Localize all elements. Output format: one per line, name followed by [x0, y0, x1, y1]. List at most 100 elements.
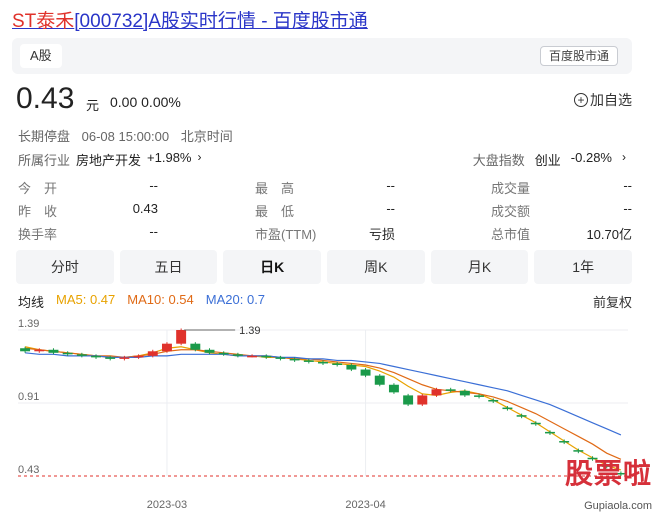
y-tick-label: 1.39 [18, 318, 39, 330]
index-name: 创业 [534, 153, 561, 168]
candle-body [62, 352, 73, 355]
stat-value: 亏损 [368, 227, 395, 242]
candle-body [48, 349, 59, 353]
candle-body [502, 407, 513, 410]
y-tick-label: 0.91 [18, 391, 39, 403]
add-watchlist-button[interactable]: + 加自选 [574, 90, 632, 110]
ma-legend: 均线 MA5: 0.47 MA10: 0.54 MA20: 0.7 [18, 292, 265, 311]
industry-name: 房地产开发 [76, 153, 142, 168]
candle-body [289, 358, 300, 361]
index-label: 大盘指数 [472, 153, 525, 168]
chevron-right-icon: › [197, 150, 202, 164]
stock-name: ST泰禾 [12, 11, 75, 32]
candle-body [20, 348, 31, 352]
candle-body [34, 349, 45, 352]
candle-body [388, 384, 399, 393]
stat-label: 总市值 [491, 227, 531, 242]
candle-body [119, 357, 130, 359]
candle-body [346, 364, 357, 370]
stat-value: -- [149, 224, 158, 239]
max-marker-label: 1.39 [239, 325, 260, 337]
candle-body [275, 357, 286, 359]
candle-body [218, 352, 229, 355]
tab-one-year[interactable]: 1年 [534, 250, 633, 284]
candle-body [445, 389, 456, 391]
stat-row: 昨 收 0.43 最 低 -- 成交额 -- [18, 201, 632, 221]
market-index-link[interactable]: 大盘指数 创业 -0.28% › [473, 150, 626, 169]
ma5-value: MA5: 0.47 [56, 292, 116, 307]
watermark-site: Gupiaola.com [584, 500, 652, 512]
ma10-value: MA10: 0.54 [127, 292, 194, 307]
y-tick-label: 0.43 [18, 464, 39, 476]
candle-body [247, 355, 258, 358]
candle-body [204, 349, 215, 353]
timezone: 北京时间 [180, 129, 233, 144]
market-tab-a-share[interactable]: A股 [20, 44, 62, 68]
add-watchlist-label: 加自选 [590, 92, 632, 108]
watermark-logo: 股票啦 [564, 458, 652, 489]
quote-time: 06-08 15:00:00 [81, 129, 170, 144]
industry-link[interactable]: 所属行业 房地产开发 +1.98% › [18, 150, 201, 169]
stat-value: 0.43 [132, 201, 158, 216]
candle-body [303, 360, 314, 362]
page-title-link[interactable]: ST泰禾[000732]A股实时行情 - 百度股市通 [12, 6, 368, 33]
industry-change: +1.98% [147, 150, 192, 165]
plus-circle-icon: + [574, 93, 588, 107]
candle-body [545, 431, 555, 434]
candle-body [91, 355, 101, 358]
tab-daily-k[interactable]: 日K [223, 250, 322, 284]
candle-body [417, 395, 428, 405]
stat-label: 成交量 [491, 181, 531, 196]
candle-body [105, 357, 116, 359]
price-unit: 元 [86, 98, 100, 113]
candle-body [161, 343, 172, 352]
candle-body [261, 355, 272, 358]
tab-weekly-k[interactable]: 周K [327, 250, 425, 284]
candle-body [232, 354, 243, 356]
stat-label: 成交额 [491, 204, 531, 219]
candle-body [516, 415, 527, 417]
stat-value: -- [149, 178, 158, 193]
chevron-right-icon: › [622, 150, 626, 164]
current-price: 0.43 [16, 82, 75, 115]
tab-monthly-k[interactable]: 月K [430, 250, 529, 284]
stat-value: -- [623, 201, 632, 216]
ma20-line [25, 352, 622, 436]
x-tick-label: 2023-04 [345, 499, 385, 511]
candle-body [360, 369, 371, 376]
period-tabs: 分时 五日 日K 周K 月K 1年 [16, 250, 633, 284]
market-bar: A股 百度股市通 [12, 38, 632, 74]
stat-label: 今 开 [18, 181, 58, 196]
stat-row: 今 开 -- 最 高 -- 成交量 -- [18, 178, 632, 198]
candle-body [76, 354, 87, 356]
adjust-mode-toggle[interactable]: 前复权 [593, 292, 632, 311]
candle-body [332, 363, 343, 365]
candle-body [147, 351, 158, 356]
stat-value: -- [386, 178, 395, 193]
stat-value: -- [623, 178, 632, 193]
stat-label: 最 高 [255, 181, 295, 196]
candle-body [530, 422, 541, 425]
tab-five-day[interactable]: 五日 [119, 250, 218, 284]
brand-tag[interactable]: 百度股市通 [539, 46, 618, 66]
halt-status: 长期停盘 [18, 129, 71, 144]
stat-label: 昨 收 [18, 204, 58, 219]
kline-chart[interactable]: 1.39 0.91 0.43 2023-03 2023-04 1.39 [0, 316, 660, 517]
candle-body [318, 361, 328, 364]
candle-body [488, 399, 499, 402]
candle-body [474, 395, 485, 397]
trading-status: 长期停盘 06-08 15:00:00 北京时间 [18, 126, 241, 145]
stat-label: 换手率 [18, 227, 58, 242]
x-tick-label: 2023-03 [147, 499, 187, 511]
candle-body [374, 375, 385, 385]
index-change: -0.28% [570, 150, 612, 165]
ma-label: 均线 [18, 295, 45, 310]
ma5-line [24, 346, 622, 471]
candle-body [176, 330, 187, 344]
stat-label: 最 低 [255, 204, 295, 219]
price-change: 0.00 0.00% [110, 94, 181, 110]
stat-value: 10.70亿 [586, 227, 632, 242]
ma20-value: MA20: 0.7 [205, 292, 266, 307]
candle-body [403, 395, 414, 405]
tab-intraday[interactable]: 分时 [16, 250, 114, 284]
